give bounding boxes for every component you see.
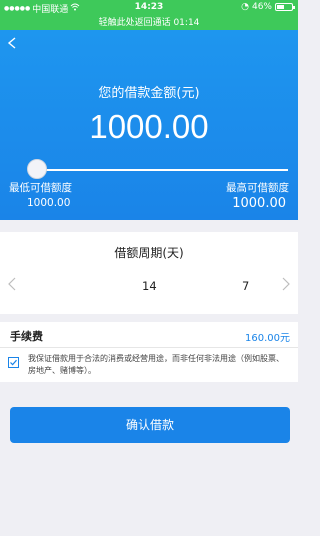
min-amount-value: 1000.00 (27, 197, 71, 209)
loan-period-panel: 借额周期(天) 14 7 (0, 232, 298, 314)
fee-panel: 手续费 160.00元 我保证借款用于合法的消费或经营用途，而非任何非法用途（例… (0, 322, 298, 382)
chevron-left-icon (7, 37, 16, 49)
confirm-loan-button[interactable]: 确认借款 (10, 407, 290, 443)
period-next-button[interactable] (282, 276, 290, 295)
loan-period-title: 借额周期(天) (114, 246, 184, 260)
checkmark-icon (10, 359, 17, 366)
agreement-checkbox[interactable] (8, 357, 19, 368)
fee-value: 160.00元 (245, 333, 290, 344)
status-bar: ●●●●● 中国联通 14:23 ◔ 46% 轻触此处返回通话 01:14 (0, 0, 298, 30)
call-return-banner[interactable]: 轻触此处返回通话 01:14 (0, 15, 298, 28)
divider (0, 347, 298, 348)
status-row: ●●●●● 中国联通 14:23 ◔ 46% (0, 2, 298, 15)
amount-slider-track[interactable] (36, 169, 288, 171)
agreement-text: 我保证借款用于合法的消费或经营用途，而非任何非法用途（例如股票、房地产、赌博等）… (28, 354, 284, 375)
battery-icon (275, 3, 295, 11)
chevron-left-icon (8, 277, 16, 291)
max-amount-label: 最高可借额度 (226, 182, 289, 194)
battery-group: ◔ 46% (241, 2, 295, 12)
fee-label: 手续费 (10, 330, 43, 343)
min-amount-label: 最低可借额度 (9, 182, 72, 194)
battery-percent: 46% (251, 2, 272, 12)
back-button[interactable] (6, 36, 22, 54)
period-option[interactable]: 7 (242, 279, 249, 293)
amount-slider-handle[interactable] (27, 159, 47, 179)
loan-amount-label: 您的借款金额(元) (98, 86, 200, 101)
max-amount-value: 1000.00 (232, 196, 286, 211)
loan-amount-value: 1000.00 (89, 108, 209, 145)
chevron-right-icon (282, 277, 290, 291)
loan-amount-panel: 您的借款金额(元) 1000.00 最低可借额度 1000.00 最高可借额度 … (0, 30, 298, 220)
period-prev-button[interactable] (8, 276, 16, 295)
period-option[interactable]: 14 (142, 279, 157, 293)
alarm-icon: ◔ (241, 2, 249, 12)
